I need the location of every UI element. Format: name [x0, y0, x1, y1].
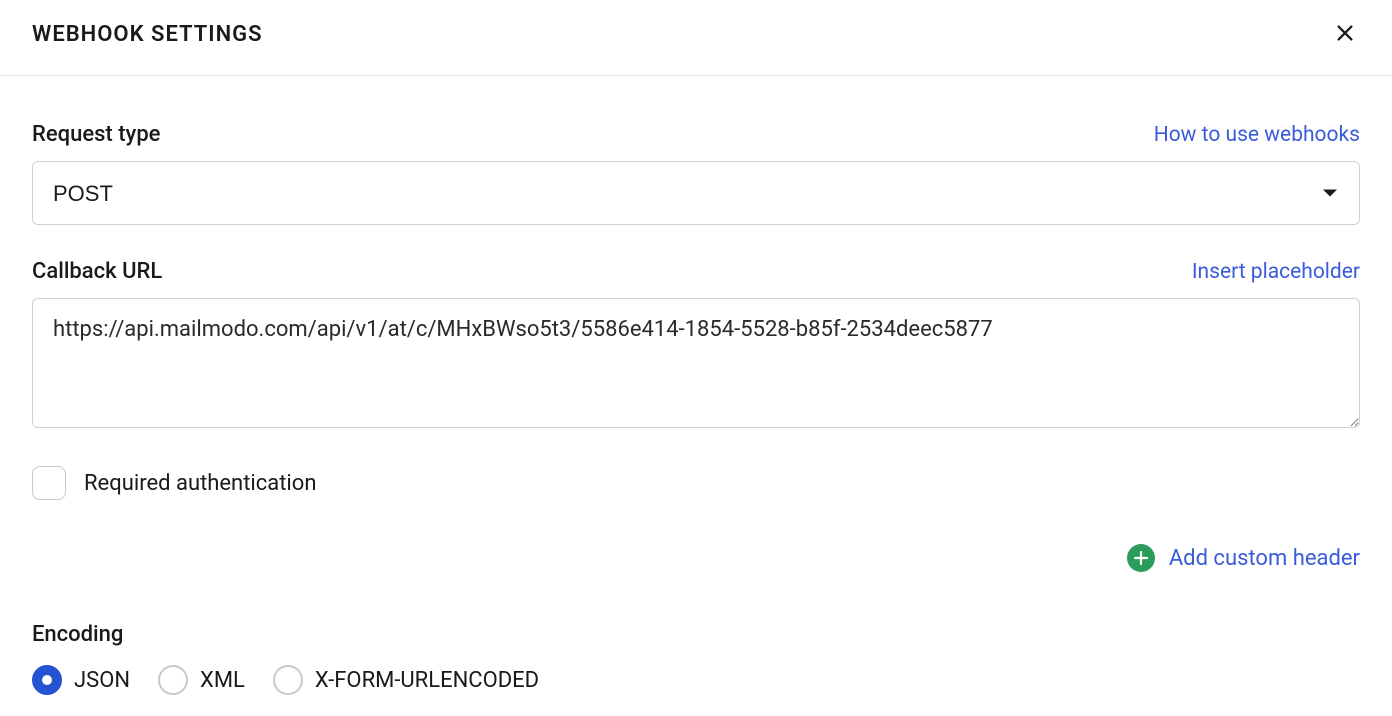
encoding-group: Encoding JSON XML X-FORM-URLENCODED	[32, 622, 1360, 695]
encoding-radio-row: JSON XML X-FORM-URLENCODED	[32, 665, 1360, 695]
encoding-radio-xform[interactable]	[273, 665, 303, 695]
encoding-option-json[interactable]: JSON	[32, 665, 130, 695]
close-button[interactable]	[1330, 18, 1360, 51]
encoding-radio-label: X-FORM-URLENCODED	[315, 668, 539, 693]
encoding-option-xml[interactable]: XML	[158, 665, 245, 695]
close-icon	[1334, 22, 1356, 47]
callback-url-group: Callback URL Insert placeholder https://…	[32, 259, 1360, 432]
insert-placeholder-link[interactable]: Insert placeholder	[1192, 260, 1360, 284]
encoding-label: Encoding	[32, 622, 1360, 647]
encoding-option-xform[interactable]: X-FORM-URLENCODED	[273, 665, 539, 695]
callback-url-input[interactable]: https://api.mailmodo.com/api/v1/at/c/MHx…	[32, 298, 1360, 428]
add-custom-header-button[interactable]: Add custom header	[32, 544, 1360, 572]
panel-header: WEBHOOK SETTINGS	[0, 0, 1392, 76]
encoding-radio-xml[interactable]	[158, 665, 188, 695]
request-type-label: Request type	[32, 122, 160, 147]
request-type-group: Request type How to use webhooks POST	[32, 122, 1360, 225]
encoding-radio-json[interactable]	[32, 665, 62, 695]
panel-content: Request type How to use webhooks POST Ca…	[0, 76, 1392, 695]
callback-url-header: Callback URL Insert placeholder	[32, 259, 1360, 284]
panel-title: WEBHOOK SETTINGS	[32, 22, 263, 47]
required-authentication-checkbox[interactable]	[32, 466, 66, 500]
encoding-radio-label: JSON	[74, 668, 130, 693]
request-type-select[interactable]: POST	[32, 161, 1360, 225]
callback-url-label: Callback URL	[32, 259, 162, 284]
request-type-select-wrap: POST	[32, 161, 1360, 225]
auth-checkbox-row: Required authentication	[32, 466, 1360, 500]
add-custom-header-label: Add custom header	[1169, 546, 1360, 571]
how-to-use-webhooks-link[interactable]: How to use webhooks	[1154, 123, 1360, 147]
required-authentication-label: Required authentication	[84, 471, 316, 496]
request-type-header: Request type How to use webhooks	[32, 122, 1360, 147]
encoding-radio-label: XML	[200, 668, 245, 693]
plus-circle-icon	[1127, 544, 1155, 572]
